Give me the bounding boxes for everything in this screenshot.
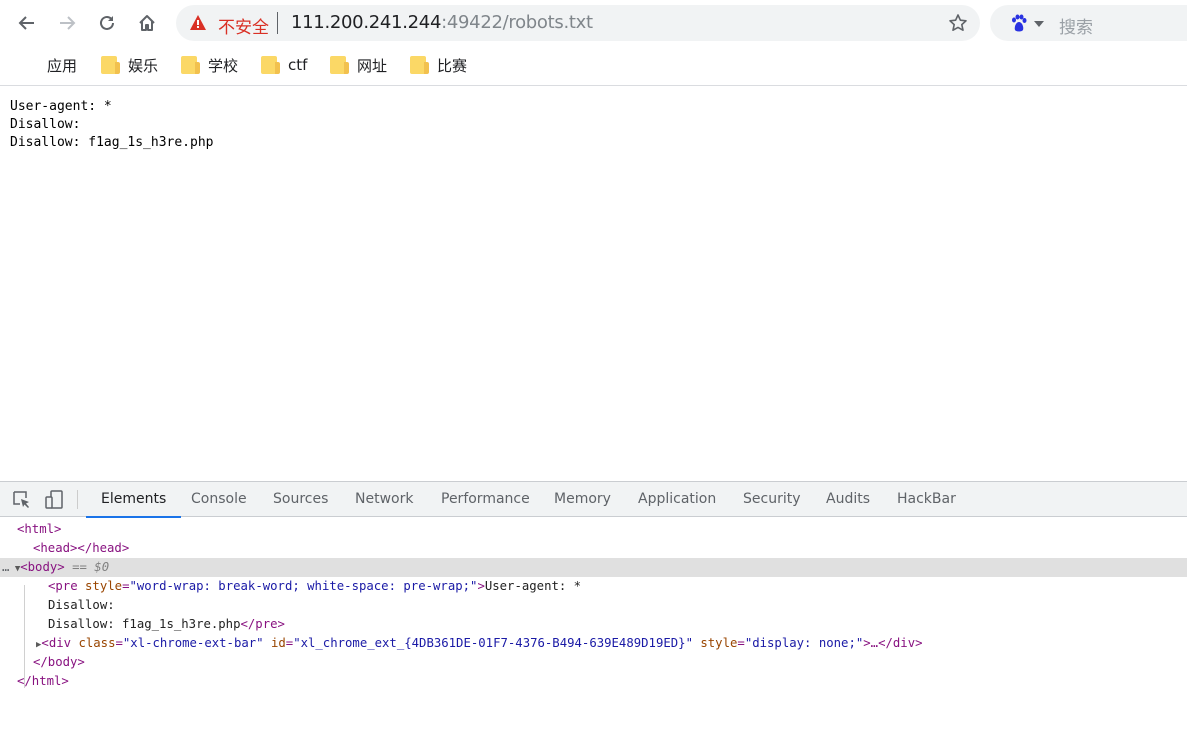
dom-tag: </pre> — [240, 617, 285, 631]
dom-attr-name: id — [270, 636, 286, 650]
home-icon — [139, 15, 155, 31]
bookmarks-bar: 应用 娱乐 学校 ctf 网址 比赛 — [0, 46, 1187, 86]
folder-icon — [410, 56, 429, 74]
dom-attr-value: "word-wrap: break-word; white-space: pre… — [129, 579, 478, 593]
selected-node-marker: == $0 — [72, 560, 110, 574]
tab-console[interactable]: Console — [191, 482, 247, 517]
tab-application[interactable]: Application — [638, 482, 716, 517]
bookmark-star-icon[interactable] — [948, 13, 968, 33]
bookmark-folder-competitions[interactable]: 比赛 — [410, 55, 467, 75]
dom-attr-value: "xl-chrome-ext-bar" — [122, 636, 264, 650]
url-host: 111.200.241.244 — [291, 12, 442, 33]
bookmark-folder-school[interactable]: 学校 — [181, 55, 238, 75]
dom-tag: </html> — [17, 674, 69, 688]
dom-text: Disallow: f1ag_1s_h3re.php — [48, 617, 241, 631]
dom-attr-name: class — [78, 636, 116, 650]
tab-elements[interactable]: Elements — [85, 482, 182, 518]
dom-tag: <div — [41, 636, 72, 650]
tab-performance[interactable]: Performance — [441, 482, 530, 517]
reload-button[interactable] — [94, 10, 120, 36]
tab-sources[interactable]: Sources — [273, 482, 328, 517]
forward-button[interactable] — [54, 10, 80, 36]
bookmark-label: 网址 — [357, 56, 388, 75]
dom-attr-name: style — [700, 636, 738, 650]
devtools-panel: Elements Console Sources Network Perform… — [0, 481, 1187, 735]
bookmark-folder-ctf[interactable]: ctf — [261, 55, 307, 75]
home-button[interactable] — [134, 10, 160, 36]
dom-tag: <body> — [20, 560, 65, 574]
dom-attr-name: style — [85, 579, 123, 593]
bookmark-label: 应用 — [47, 56, 78, 75]
chevron-down-icon[interactable] — [1034, 21, 1044, 27]
dom-attr-value: "display: none;" — [744, 636, 864, 650]
search-box[interactable]: 搜索 — [990, 5, 1187, 41]
folder-icon — [181, 56, 200, 74]
tab-network[interactable]: Network — [355, 482, 413, 517]
dom-text: User-agent: * — [484, 579, 582, 593]
address-separator — [277, 12, 278, 34]
tab-security[interactable]: Security — [743, 482, 801, 517]
dom-node-pre[interactable]: <pre style="word-wrap: break-word; white… — [0, 577, 1187, 596]
tab-hackbar[interactable]: HackBar — [897, 482, 956, 517]
folder-icon — [261, 56, 280, 74]
insecure-label[interactable]: 不安全 — [218, 13, 269, 38]
dom-node-head[interactable]: <head></head> — [0, 539, 1187, 558]
bookmark-label: 比赛 — [437, 56, 468, 75]
forward-arrow-icon — [60, 16, 76, 30]
back-arrow-icon — [18, 16, 34, 30]
dom-node-div[interactable]: ▶<div class="xl-chrome-ext-bar" id="xl_c… — [0, 634, 1187, 653]
dom-tag: <head></head> — [33, 541, 130, 555]
apps-grid-icon — [20, 56, 36, 74]
back-button[interactable] — [14, 10, 40, 36]
search-placeholder[interactable]: 搜索 — [1059, 13, 1093, 38]
folder-icon — [330, 56, 349, 74]
expand-triangle-icon[interactable]: ▼ — [9, 564, 20, 574]
folder-icon — [101, 56, 120, 74]
robots-txt-content: User-agent: * Disallow: Disallow: f1ag_1… — [10, 99, 214, 150]
dom-text: Disallow: — [48, 598, 115, 612]
bookmark-label: ctf — [288, 56, 308, 74]
devtools-tab-bar: Elements Console Sources Network Perform… — [0, 482, 1187, 518]
dom-text-line: Disallow: — [0, 596, 1187, 615]
dom-tag: >…</div> — [863, 636, 923, 650]
dom-tag: <html> — [17, 522, 62, 536]
dom-tag: </body> — [33, 655, 85, 669]
tab-audits[interactable]: Audits — [826, 482, 870, 517]
inspect-element-icon[interactable] — [12, 490, 31, 509]
bookmark-apps[interactable]: 应用 — [20, 55, 77, 75]
url-text[interactable]: 111.200.241.244:49422/robots.txt — [291, 12, 593, 33]
bookmark-folder-websites[interactable]: 网址 — [330, 55, 387, 75]
dom-node-body-close[interactable]: </body> — [0, 653, 1187, 672]
warning-icon — [190, 15, 206, 30]
dom-attr-value: "xl_chrome_ext_{4DB361DE-01F7-4376-B494-… — [293, 636, 693, 650]
reload-icon — [100, 15, 114, 30]
baidu-paw-icon[interactable] — [1010, 14, 1028, 32]
dom-node-html[interactable]: <html> — [0, 520, 1187, 539]
dom-tag: <pre — [48, 579, 78, 593]
dom-node-html-close[interactable]: </html> — [0, 672, 1187, 691]
bookmark-label: 学校 — [208, 56, 239, 75]
browser-toolbar: 不安全 111.200.241.244:49422/robots.txt 搜索 — [0, 0, 1187, 46]
address-bar[interactable]: 不安全 111.200.241.244:49422/robots.txt — [176, 5, 980, 41]
toolbar-divider — [77, 490, 78, 509]
bookmark-label: 娱乐 — [128, 56, 159, 75]
tab-memory[interactable]: Memory — [554, 482, 611, 517]
url-path: :49422/robots.txt — [441, 12, 593, 33]
page-content: User-agent: * Disallow: Disallow: f1ag_1… — [0, 87, 1187, 480]
bookmark-folder-entertainment[interactable]: 娱乐 — [101, 55, 158, 75]
dom-node-body[interactable]: … ▼<body> == $0 — [0, 558, 1187, 577]
dom-text-line: Disallow: f1ag_1s_h3re.php</pre> — [0, 615, 1187, 634]
device-toolbar-icon[interactable] — [45, 490, 64, 509]
